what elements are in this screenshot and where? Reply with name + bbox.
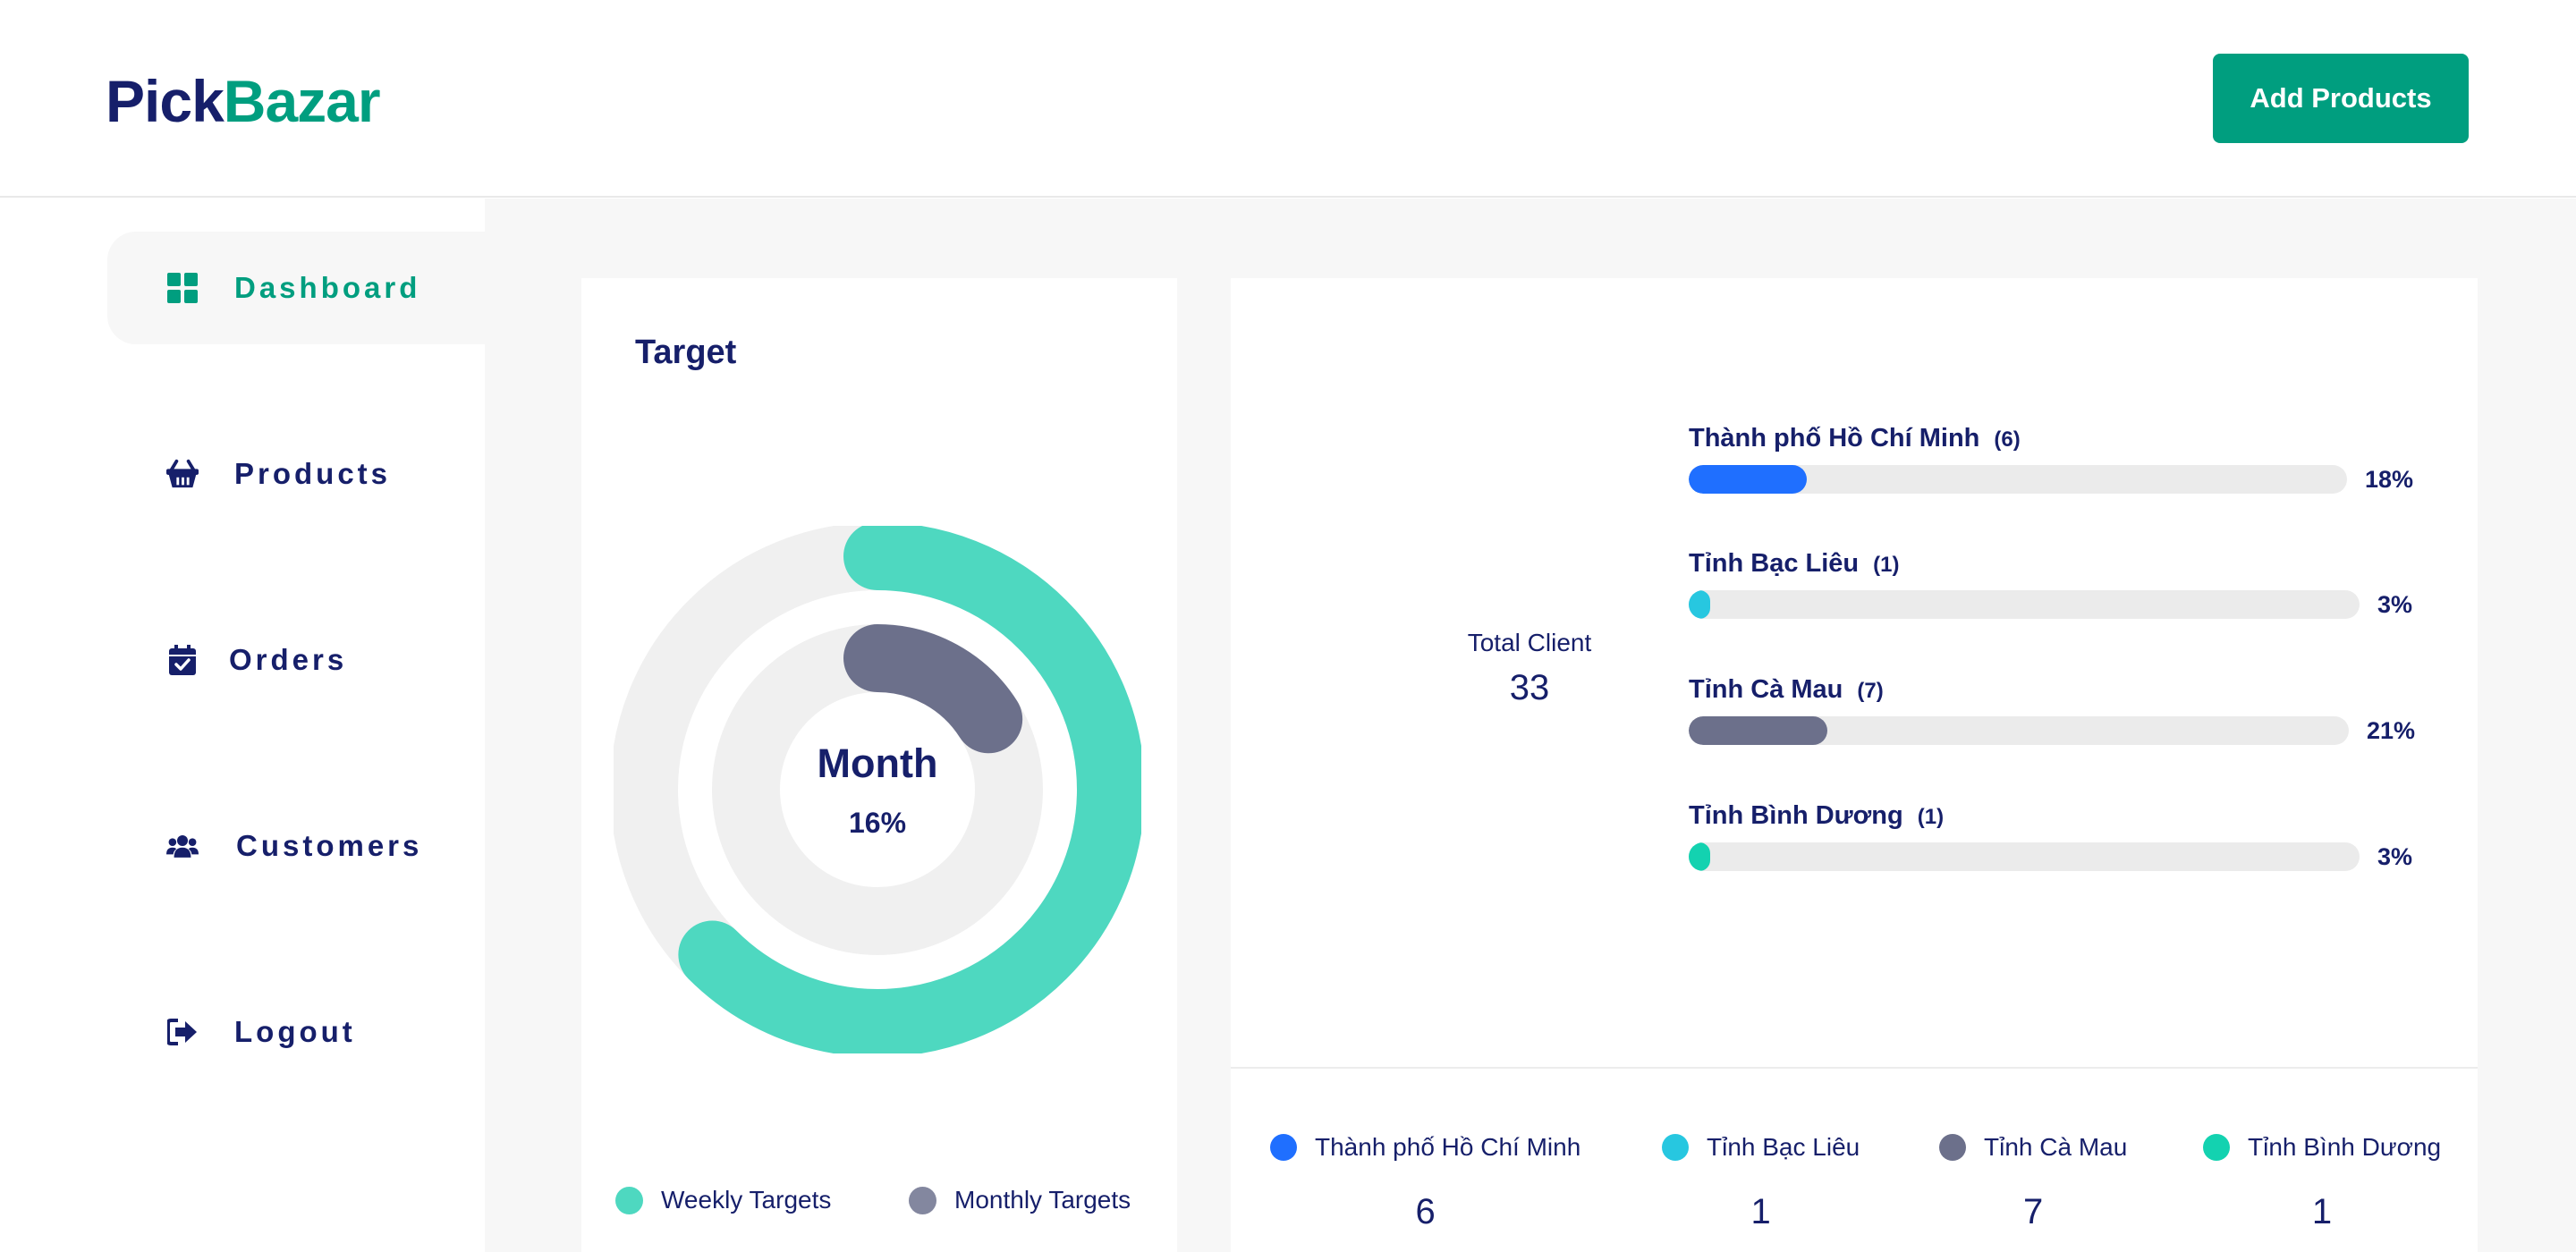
top-header: PickBazar Add Products xyxy=(0,0,2576,198)
sidebar-item-orders[interactable]: Orders xyxy=(107,604,485,716)
sidebar-item-logout[interactable]: Logout xyxy=(107,976,485,1088)
bar-city-name: Tỉnh Cà Mau xyxy=(1689,675,1843,704)
legend-label: Weekly Targets xyxy=(661,1186,832,1214)
bar-track xyxy=(1689,590,2360,619)
city-stat-name: Tỉnh Cà Mau xyxy=(1984,1133,2128,1161)
city-bar-hcm: Thành phố Hồ Chí Minh (6) 18% xyxy=(1689,424,2413,494)
legend-dot xyxy=(909,1186,936,1214)
bar-track xyxy=(1689,716,2349,745)
bar-city-name: Tỉnh Bình Dương xyxy=(1689,801,1903,830)
bar-city-name: Tỉnh Bạc Liêu xyxy=(1689,549,1860,578)
bar-fill xyxy=(1689,842,1710,871)
bar-city-name: Thành phố Hồ Chí Minh xyxy=(1689,424,1980,453)
bar-title: Tỉnh Bình Dương (1) xyxy=(1689,801,2413,831)
city-dot xyxy=(1270,1134,1297,1161)
city-stat-value: 6 xyxy=(1415,1192,1436,1231)
bar-title: Tỉnh Cà Mau (7) xyxy=(1689,675,2413,705)
city-stat-name: Thành phố Hồ Chí Minh xyxy=(1315,1133,1581,1161)
bar-title: Tỉnh Bạc Liêu (1) xyxy=(1689,549,2413,579)
sign-out-icon xyxy=(166,1016,199,1048)
sidebar-item-dashboard[interactable]: Dashboard xyxy=(107,232,485,344)
sidebar-item-products[interactable]: Products xyxy=(107,418,485,530)
donut-center-value: 16% xyxy=(848,806,907,839)
sidebar-item-label: Dashboard xyxy=(234,271,421,304)
donut-center: Month 16% xyxy=(614,526,1141,1053)
city-stat-value: 1 xyxy=(1750,1192,1771,1231)
bar-percent: 3% xyxy=(2377,590,2413,618)
bar-percent: 3% xyxy=(2377,842,2413,870)
sidebar: Dashboard Products Orders Customers Logo… xyxy=(0,199,485,1252)
target-card: Target Month 16% xyxy=(581,278,1177,1252)
city-stat-binh-duong: Tỉnh Bình Dương 1 xyxy=(2203,1133,2441,1232)
dashboard-grid-icon xyxy=(166,272,199,304)
city-dot xyxy=(2203,1134,2230,1161)
clients-card: Total Client 33 Thành phố Hồ Chí Minh (6)… xyxy=(1231,278,2478,1252)
calendar-check-icon xyxy=(166,644,199,676)
bar-track xyxy=(1689,842,2360,871)
bar-city-count: (1) xyxy=(1917,805,1945,829)
sidebar-item-customers[interactable]: Customers xyxy=(107,790,485,902)
logo[interactable]: PickBazar xyxy=(106,66,381,136)
city-stat-name: Tỉnh Bình Dương xyxy=(2248,1133,2442,1161)
basket-icon xyxy=(166,458,199,490)
divider xyxy=(1231,1067,2478,1069)
bar-percent: 21% xyxy=(2367,716,2416,744)
sidebar-item-label: Logout xyxy=(234,1015,356,1048)
bar-city-count: (7) xyxy=(1857,679,1884,703)
city-stat-ca-mau: Tỉnh Cà Mau 7 xyxy=(1939,1133,2127,1232)
bar-city-count: (1) xyxy=(1873,553,1900,577)
city-bar-ca-mau: Tỉnh Cà Mau (7) 21% xyxy=(1689,675,2415,745)
bar-percent: 18% xyxy=(2365,465,2414,493)
city-dot xyxy=(1939,1134,1966,1161)
bar-fill xyxy=(1689,590,1710,619)
city-bar-bac-lieu: Tỉnh Bạc Liêu (1) 3% xyxy=(1689,549,2413,619)
city-dot xyxy=(1662,1134,1689,1161)
city-bar-binh-duong: Tỉnh Bình Dương (1) 3% xyxy=(1689,801,2413,871)
bar-city-count: (6) xyxy=(1994,427,2021,452)
legend-dot xyxy=(615,1186,643,1214)
sidebar-item-label: Products xyxy=(234,457,392,490)
legend-weekly-targets: Weekly Targets xyxy=(615,1186,831,1214)
city-stat-name: Tỉnh Bạc Liêu xyxy=(1707,1133,1860,1161)
bar-track xyxy=(1689,465,2347,494)
total-client-value: 33 xyxy=(1509,668,1550,707)
city-stat-hcm: Thành phố Hồ Chí Minh 6 xyxy=(1270,1133,1580,1232)
users-icon xyxy=(166,830,199,862)
city-stat-bac-lieu: Tỉnh Bạc Liêu 1 xyxy=(1662,1133,1860,1232)
add-products-button[interactable]: Add Products xyxy=(2213,54,2469,143)
legend-monthly-targets: Monthly Targets xyxy=(909,1186,1131,1214)
total-client-label: Total Client xyxy=(1467,629,1592,656)
target-card-title: Target xyxy=(635,334,737,371)
legend-label: Monthly Targets xyxy=(954,1186,1131,1214)
sidebar-item-label: Customers xyxy=(236,829,423,862)
city-stat-value: 1 xyxy=(2311,1192,2333,1231)
bar-title: Thành phố Hồ Chí Minh (6) xyxy=(1689,424,2413,453)
bar-fill xyxy=(1689,465,1808,494)
city-stat-value: 7 xyxy=(2023,1192,2044,1231)
donut-center-label: Month xyxy=(817,740,938,786)
sidebar-item-label: Orders xyxy=(229,643,348,676)
bar-fill xyxy=(1689,716,1827,745)
